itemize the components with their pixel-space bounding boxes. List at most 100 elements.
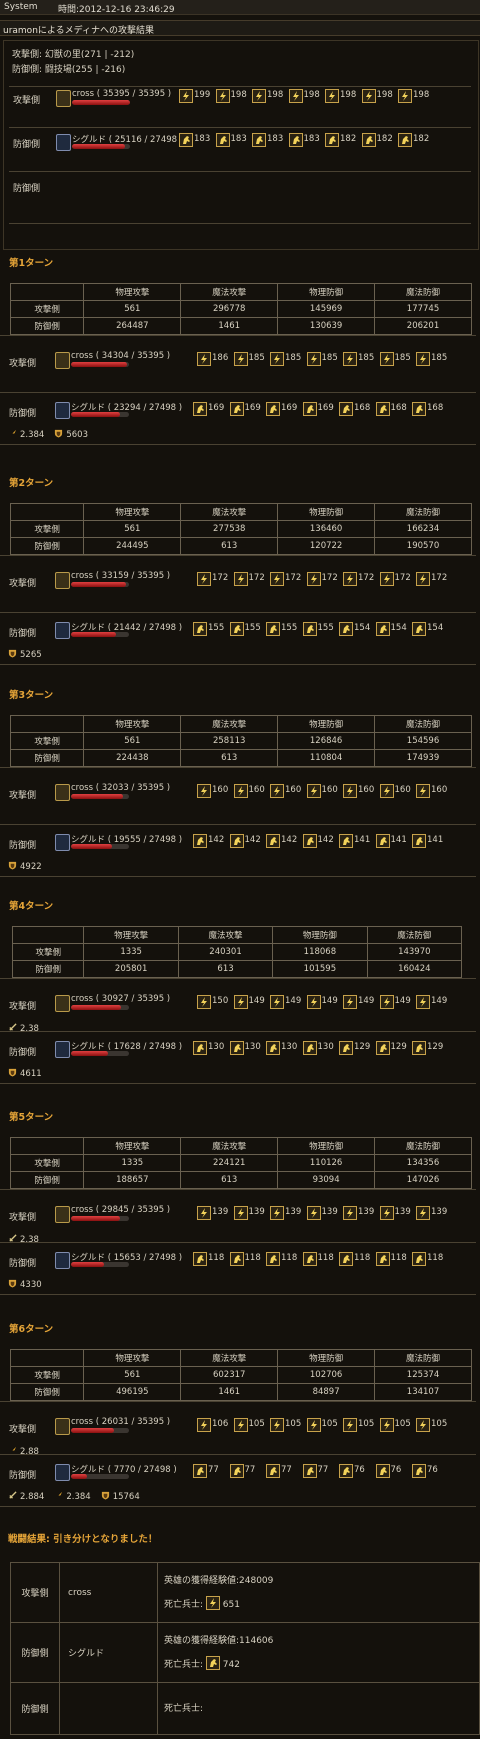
stat-cell: 613 <box>180 537 279 555</box>
lightning-icon <box>197 1418 211 1432</box>
stat-header: 物理防御 <box>277 503 376 521</box>
horse-icon <box>252 133 266 147</box>
unit-name: cross ( 35395 / 35395 ) <box>72 89 172 99</box>
lightning-icon <box>233 1418 248 1432</box>
stat-cell: 120722 <box>277 537 376 555</box>
stat-table: 物理攻撃 魔法攻撃 物理防御 魔法防御 攻撃側 561 277538 136460 16623… <box>9 503 472 555</box>
horse-icon <box>193 1041 207 1055</box>
horse-icon <box>193 1464 207 1478</box>
defender-location: 防御側: 闘技場(255 | -216) <box>12 65 126 75</box>
lightning-icon <box>270 1206 284 1220</box>
lightning-icon <box>379 1206 394 1220</box>
unit-name: cross ( 29845 / 35395 ) <box>71 1205 171 1215</box>
stat-cell: 84897 <box>277 1383 376 1401</box>
hp-bar <box>71 1005 129 1010</box>
defender-unit-icon <box>55 1041 70 1058</box>
stat-cell: 160424 <box>366 960 463 978</box>
stat-header: 物理防御 <box>277 283 376 301</box>
hp-bar-fill <box>71 412 121 417</box>
stat-cell: 1461 <box>180 1383 279 1401</box>
dead-label: 死亡兵士: <box>164 1659 204 1670</box>
horse-icon <box>361 133 376 147</box>
lightning-icon <box>379 352 394 366</box>
unit-name: cross ( 26031 / 35395 ) <box>71 1417 171 1427</box>
result-detail: 死亡兵士: <box>157 1682 480 1735</box>
lightning-icon <box>270 572 284 586</box>
hp-bar-fill <box>71 794 124 799</box>
result-detail: 英雄の獲得経験値:248009 死亡兵士: 651 <box>157 1562 480 1623</box>
attacker-unit: cross ( 29845 / 35395 ) <box>55 1205 180 1226</box>
stat-table: 物理攻撃 魔法攻撃 物理防御 魔法防御 攻撃側 1335 240301 118068 1439… <box>11 926 463 978</box>
stat-table: 物理攻撃 魔法攻撃 物理防御 魔法防御 攻撃側 561 602317 102706 12537… <box>9 1349 472 1401</box>
attacker-status: 2.38 <box>8 1234 49 1245</box>
defender-status: 2.884 2.384 15764 <box>8 1491 150 1502</box>
sword-status: 2.38 <box>8 1023 39 1034</box>
hp-bar <box>71 844 129 849</box>
horse-icon <box>179 133 193 147</box>
result-side: 攻撃側 <box>10 1562 60 1623</box>
horse-icon <box>302 834 317 848</box>
defender-unit: シグルド ( 21442 / 27498 ) <box>55 622 182 642</box>
dead-soldiers: 死亡兵士: <box>164 1697 478 1721</box>
stat-cell: 561 <box>83 300 182 318</box>
stat-cell: 264487 <box>83 317 182 335</box>
horse-icon <box>229 1041 244 1055</box>
timestamp: 時間:2012-12-16 23:46:29 <box>58 5 175 15</box>
stat-cell: 136460 <box>277 520 376 538</box>
horse-icon <box>375 1041 390 1055</box>
defender-unit: シグルド ( 15653 / 27498 ) <box>55 1252 182 1272</box>
lightning-icon <box>197 572 211 586</box>
horse-icon <box>302 1041 317 1055</box>
stat-cell: 1335 <box>83 1154 182 1172</box>
stat-cell: 143970 <box>366 943 463 961</box>
lightning-icon <box>197 995 211 1009</box>
lightning-icon <box>343 1418 357 1432</box>
system-label: System <box>4 2 38 12</box>
stat-header: 魔法防御 <box>374 1137 472 1155</box>
stat-header: 魔法防御 <box>374 503 472 521</box>
stat-cell: 1335 <box>83 943 179 961</box>
horse-icon <box>193 1252 207 1266</box>
shield-status: 15764 <box>101 1491 140 1502</box>
stat-cell: 攻撃側 <box>9 1366 85 1384</box>
stat-header <box>9 1137 85 1155</box>
shield-status: 4611 <box>8 1068 42 1079</box>
stat-header: 物理攻撃 <box>83 926 179 944</box>
attacker-unit-icon <box>55 995 70 1012</box>
horse-icon <box>215 133 230 147</box>
horse-icon <box>339 622 353 636</box>
turn-header: 第1ターン <box>9 258 54 269</box>
defender-unit: シグルド ( 7770 / 27498 ) <box>55 1464 180 1484</box>
stat-cell: 攻撃側 <box>9 300 85 318</box>
lightning-icon <box>197 1206 211 1220</box>
horse-icon <box>375 1252 390 1266</box>
lightning-icon <box>416 784 430 798</box>
stat-header <box>9 715 85 733</box>
horse-icon <box>302 402 317 416</box>
hp-bar <box>71 1428 129 1433</box>
defender-unit-icon <box>55 1464 70 1481</box>
attacker-unit-icon <box>55 1418 70 1435</box>
lightning-icon <box>343 572 357 586</box>
attacker-unit-icon <box>55 352 70 369</box>
lightning-icon <box>416 352 430 366</box>
side-label: 防御側 <box>13 140 41 150</box>
shield-status: 5265 <box>8 649 42 660</box>
stat-header: 魔法攻撃 <box>180 1349 279 1367</box>
lightning-icon <box>306 784 321 798</box>
horse-icon <box>412 1252 426 1266</box>
stat-cell: 205801 <box>83 960 179 978</box>
hp-bar-fill <box>71 1051 109 1056</box>
lightning-icon <box>379 572 394 586</box>
lightning-icon <box>361 89 376 103</box>
hp-bar-fill <box>71 1262 105 1267</box>
stat-header: 物理攻撃 <box>83 1137 182 1155</box>
stat-cell: 258113 <box>180 732 279 750</box>
stat-header: 魔法防御 <box>374 1349 472 1367</box>
dead-soldiers: 死亡兵士: 742 <box>164 1653 478 1677</box>
horse-icon <box>193 622 207 636</box>
stat-cell: 602317 <box>180 1366 279 1384</box>
hp-bar-fill <box>71 1216 120 1221</box>
lightning-icon <box>306 572 321 586</box>
stat-cell: 防御側 <box>9 1383 85 1401</box>
